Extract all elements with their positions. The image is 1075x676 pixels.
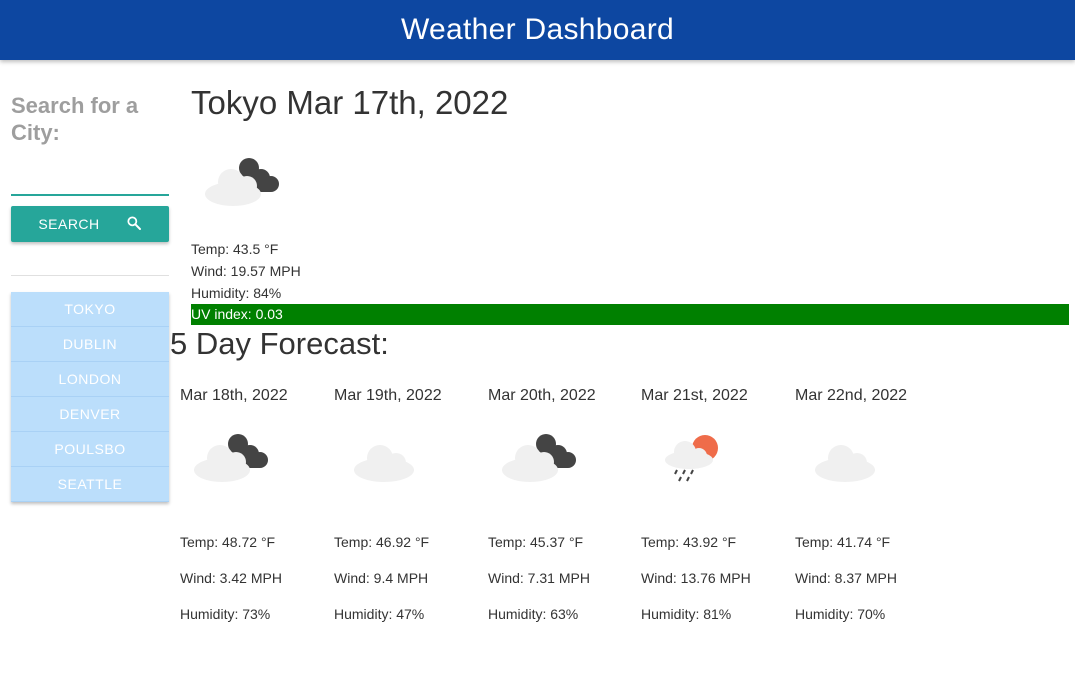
app-header: Weather Dashboard (0, 0, 1075, 60)
forecast-temp: Temp: 43.92 °F (641, 534, 737, 550)
forecast-temp: Temp: 45.37 °F (488, 534, 584, 550)
forecast-date: Mar 22nd, 2022 (795, 387, 908, 404)
city-button-seattle[interactable]: SEATTLE (11, 467, 169, 502)
forecast-humidity: Humidity: 81% (641, 606, 732, 622)
forecast-card: Mar 22nd, 2022 Temp: 41.74 °F Wind: 8.37… (795, 386, 935, 622)
forecast-card: Mar 20th, 2022 Temp: 45.37 °F Wind: 7.31… (488, 386, 628, 622)
search-button[interactable]: SEARCH (11, 206, 169, 242)
uv-index-badge: UV index: 0.03 (191, 304, 1069, 325)
current-wind: Wind: 19.57 MPH (191, 263, 301, 279)
forecast-humidity: Humidity: 47% (334, 606, 425, 622)
current-humidity: Humidity: 84% (191, 285, 282, 301)
forecast-date: Mar 19th, 2022 (334, 387, 442, 404)
sun-cloud-rain-icon (663, 430, 725, 495)
cloud-moon-icon (192, 430, 272, 495)
cloud-moon-icon (203, 154, 283, 219)
forecast-temp: Temp: 41.74 °F (795, 534, 891, 550)
forecast-wind: Wind: 7.31 MPH (488, 570, 590, 586)
city-button-tokyo[interactable]: TOKYO (11, 292, 169, 327)
current-temp: Temp: 43.5 °F (191, 241, 279, 257)
forecast-wind: Wind: 13.76 MPH (641, 570, 751, 586)
city-button-poulsbo[interactable]: POULSBO (11, 432, 169, 467)
current-stats: Temp: 43.5 °F Wind: 19.57 MPH Humidity: … (191, 238, 1069, 325)
forecast-humidity: Humidity: 73% (180, 606, 271, 622)
forecast-humidity: Humidity: 63% (488, 606, 579, 622)
forecast-wind: Wind: 8.37 MPH (795, 570, 897, 586)
current-city-date: Tokyo Mar 17th, 2022 (191, 84, 509, 121)
forecast-date: Mar 20th, 2022 (488, 387, 596, 404)
search-icon (126, 215, 142, 234)
forecast-card: Mar 19th, 2022 Temp: 46.92 °F Wind: 9.4 … (334, 386, 474, 622)
page-title: Weather Dashboard (400, 13, 675, 46)
sidebar-divider (11, 275, 169, 276)
forecast-date: Mar 18th, 2022 (180, 387, 288, 404)
search-button-label: SEARCH (38, 216, 100, 232)
cloud-moon-icon (500, 430, 580, 495)
city-button-dublin[interactable]: DUBLIN (11, 327, 169, 362)
forecast-humidity: Humidity: 70% (795, 606, 886, 622)
forecast-card: Mar 21st, 2022 Temp: 43.92 °F Wind: 13.7… (641, 386, 781, 622)
forecast-card: Mar 18th, 2022 Temp: 48.72 °F Wind: 3.42… (180, 386, 320, 622)
forecast-title: 5 Day Forecast: (170, 326, 389, 361)
cloud-icon (813, 430, 883, 495)
city-button-london[interactable]: LONDON (11, 362, 169, 397)
search-input[interactable] (11, 166, 169, 196)
cloud-icon (352, 430, 422, 495)
forecast-wind: Wind: 9.4 MPH (334, 570, 429, 586)
city-button-denver[interactable]: DENVER (11, 397, 169, 432)
city-history-list: TOKYO DUBLIN LONDON DENVER POULSBO SEATT… (11, 292, 169, 502)
forecast-temp: Temp: 46.92 °F (334, 534, 430, 550)
forecast-temp: Temp: 48.72 °F (180, 534, 276, 550)
forecast-wind: Wind: 3.42 MPH (180, 570, 282, 586)
forecast-date: Mar 21st, 2022 (641, 387, 748, 404)
search-title: Search for a City: (11, 93, 139, 145)
